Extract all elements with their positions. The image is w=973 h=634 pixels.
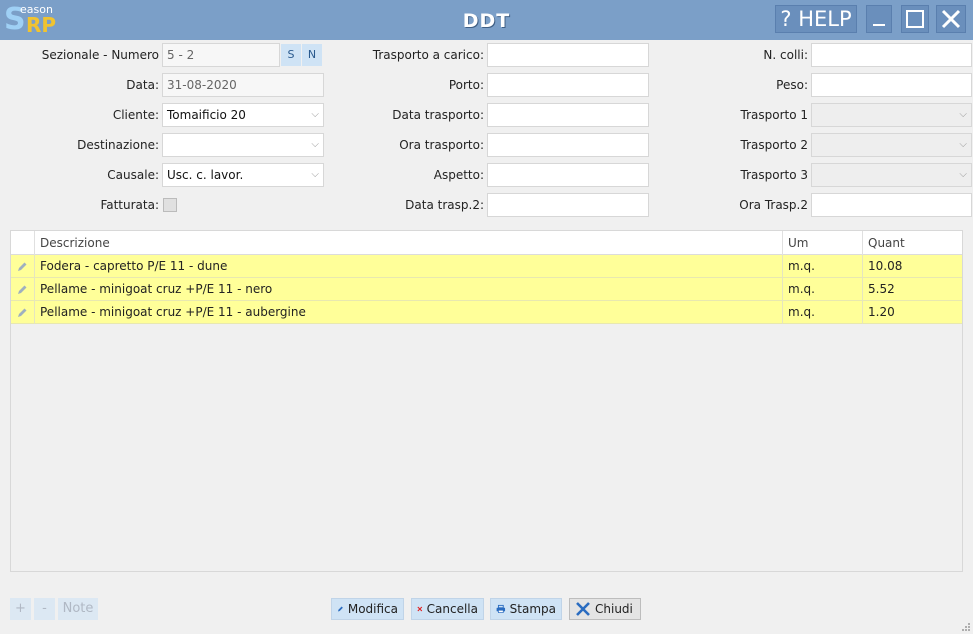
destinazione-select[interactable]: ⌵ xyxy=(162,133,324,157)
minimize-icon xyxy=(873,24,885,26)
ora-trasporto-label: Ora trasporto: xyxy=(399,138,484,152)
cell-um: m.q. xyxy=(782,301,862,324)
modifica-label: Modifica xyxy=(347,602,398,616)
cell-um: m.q. xyxy=(782,278,862,301)
chiudi-label: Chiudi xyxy=(595,602,633,616)
row-edit-button[interactable] xyxy=(11,301,33,324)
printer-icon xyxy=(496,604,506,613)
note-button[interactable]: Note xyxy=(58,598,98,620)
data-trasporto-label: Data trasporto: xyxy=(392,108,484,122)
grid-header: Descrizione Um Quant xyxy=(11,231,962,255)
data-label: Data: xyxy=(126,78,159,92)
porto-field[interactable] xyxy=(487,73,649,97)
ora-trasp2-label: Ora Trasp.2 xyxy=(739,198,808,212)
trasporto2-select[interactable]: ⌵ xyxy=(811,133,972,157)
stampa-button[interactable]: Stampa xyxy=(490,598,562,620)
peso-field[interactable] xyxy=(811,73,972,97)
add-row-button[interactable]: + xyxy=(10,598,31,620)
cell-quant: 1.20 xyxy=(862,301,962,324)
trasporto1-select[interactable]: ⌵ xyxy=(811,103,972,127)
ora-trasp2-field[interactable] xyxy=(811,193,972,217)
ncolli-field[interactable] xyxy=(811,43,972,67)
close-icon xyxy=(941,9,961,29)
pencil-icon xyxy=(18,308,27,317)
chiudi-button[interactable]: Chiudi xyxy=(569,598,641,620)
sezionale-field[interactable]: 5 - 2 xyxy=(162,43,280,67)
cancella-label: Cancella xyxy=(426,602,478,616)
chevron-down-icon: ⌵ xyxy=(959,169,967,180)
close-window-button[interactable] xyxy=(936,5,966,33)
sezionale-label: Sezionale - Numero xyxy=(41,48,159,62)
cell-descrizione: Pellame - minigoat cruz +P/E 11 - nero xyxy=(34,278,782,301)
cell-descrizione: Fodera - capretto P/E 11 - dune xyxy=(34,255,782,278)
chevron-down-icon: ⌵ xyxy=(959,139,967,150)
causale-select[interactable]: Usc. c. lavor. ⌵ xyxy=(162,163,324,187)
ncolli-label: N. colli: xyxy=(763,48,808,62)
cliente-label: Cliente: xyxy=(112,108,159,122)
data-field[interactable]: 31-08-2020 xyxy=(162,73,324,97)
maximize-button[interactable] xyxy=(901,5,929,33)
help-button[interactable]: ? HELP xyxy=(775,5,857,33)
items-grid[interactable]: Descrizione Um Quant Fodera - capretto P… xyxy=(10,230,963,572)
cliente-value: Tomaificio 20 xyxy=(167,108,246,122)
cell-quant: 5.52 xyxy=(862,278,962,301)
title-bar: S eason RP DDT ? HELP xyxy=(0,0,973,40)
delete-x-icon xyxy=(417,606,423,612)
cancella-button[interactable]: Cancella xyxy=(411,598,484,620)
causale-label: Causale: xyxy=(107,168,159,182)
chevron-down-icon: ⌵ xyxy=(311,139,319,150)
modifica-button[interactable]: Modifica xyxy=(331,598,404,620)
row-edit-button[interactable] xyxy=(11,278,33,301)
header-um[interactable]: Um xyxy=(782,231,862,255)
destinazione-label: Destinazione: xyxy=(77,138,159,152)
header-quant[interactable]: Quant xyxy=(862,231,962,255)
resize-grip-icon[interactable] xyxy=(961,622,971,632)
close-x-icon xyxy=(576,602,590,616)
ora-trasporto-field[interactable] xyxy=(487,133,649,157)
data-trasp2-label: Data trasp.2: xyxy=(405,198,484,212)
remove-row-button[interactable]: - xyxy=(34,598,55,620)
cell-descrizione: Pellame - minigoat cruz +P/E 11 - auberg… xyxy=(34,301,782,324)
data-trasporto-field[interactable] xyxy=(487,103,649,127)
table-row[interactable]: Fodera - capretto P/E 11 - dune m.q. 10.… xyxy=(11,255,962,278)
trasporto1-label: Trasporto 1 xyxy=(740,108,809,122)
cell-um: m.q. xyxy=(782,255,862,278)
trasporto3-label: Trasporto 3 xyxy=(740,168,809,182)
chevron-down-icon: ⌵ xyxy=(959,109,967,120)
fatturata-checkbox[interactable] xyxy=(163,198,177,212)
maximize-icon xyxy=(906,10,924,28)
aspetto-field[interactable] xyxy=(487,163,649,187)
table-row[interactable]: Pellame - minigoat cruz +P/E 11 - auberg… xyxy=(11,301,962,324)
s-button[interactable]: S xyxy=(281,44,301,66)
trasporto3-select[interactable]: ⌵ xyxy=(811,163,972,187)
pencil-icon xyxy=(18,285,27,294)
cell-quant: 10.08 xyxy=(862,255,962,278)
header-descrizione[interactable]: Descrizione xyxy=(34,231,782,255)
trasporto-carico-field[interactable] xyxy=(487,43,649,67)
chevron-down-icon: ⌵ xyxy=(311,169,319,180)
minimize-button[interactable] xyxy=(866,5,892,33)
trasporto-carico-label: Trasporto a carico: xyxy=(372,48,484,62)
causale-value: Usc. c. lavor. xyxy=(167,168,244,182)
chevron-down-icon: ⌵ xyxy=(311,109,319,120)
trasporto2-label: Trasporto 2 xyxy=(740,138,809,152)
pencil-icon xyxy=(337,606,343,612)
peso-label: Peso: xyxy=(776,78,808,92)
pencil-icon xyxy=(18,262,27,271)
aspetto-label: Aspetto: xyxy=(433,168,484,182)
cliente-select[interactable]: Tomaificio 20 ⌵ xyxy=(162,103,324,127)
n-button[interactable]: N xyxy=(302,44,322,66)
data-trasp2-field[interactable] xyxy=(487,193,649,217)
stampa-label: Stampa xyxy=(509,602,556,616)
table-row[interactable]: Pellame - minigoat cruz +P/E 11 - nero m… xyxy=(11,278,962,301)
row-edit-button[interactable] xyxy=(11,255,33,278)
fatturata-label: Fatturata: xyxy=(100,198,159,212)
porto-label: Porto: xyxy=(448,78,484,92)
